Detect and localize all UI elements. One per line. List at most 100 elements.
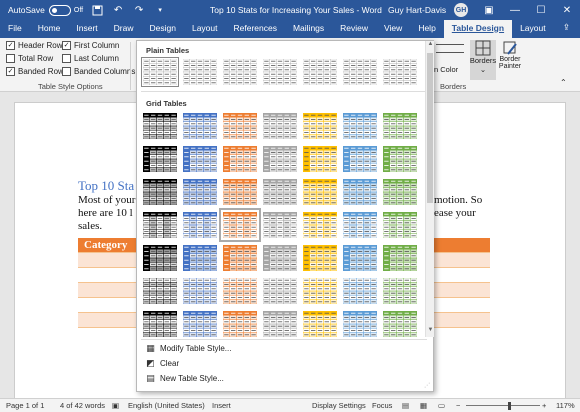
read-mode-icon[interactable]: ▤ [402,401,409,410]
zoom-level[interactable]: 117% [556,401,575,410]
tab-design[interactable]: Design [142,20,184,38]
table-style-thumbnail[interactable] [382,58,418,86]
table-style-thumbnail[interactable] [302,145,338,173]
clear-item[interactable]: ◩ Clear [145,358,179,369]
table-style-thumbnail[interactable] [182,310,218,338]
table-style-thumbnail[interactable] [222,58,258,86]
header-row-option[interactable]: ✓ Header Row [6,41,62,50]
tab-table-design[interactable]: Table Design [443,20,513,38]
table-style-thumbnail[interactable] [302,112,338,140]
table-style-thumbnail[interactable] [142,277,178,305]
table-style-thumbnail[interactable] [302,310,338,338]
table-style-thumbnail[interactable] [382,112,418,140]
table-style-thumbnail[interactable] [262,178,298,206]
table-style-thumbnail[interactable] [262,310,298,338]
table-style-thumbnail[interactable] [342,277,378,305]
ribbon-display-icon[interactable]: ▣ [476,0,502,20]
undo-icon[interactable]: ↶ [111,3,125,17]
table-style-thumbnail[interactable] [142,178,178,206]
border-painter-button[interactable]: Border Painter [497,40,523,70]
scroll-down-icon[interactable]: ▼ [426,327,435,336]
table-style-thumbnail[interactable] [182,145,218,173]
zoom-slider-thumb[interactable] [508,402,511,410]
table-style-thumbnail[interactable] [262,112,298,140]
table-style-thumbnail[interactable] [142,244,178,272]
table-style-thumbnail[interactable] [182,244,218,272]
focus[interactable]: Focus [372,401,392,410]
language[interactable]: English (United States) [128,401,205,410]
table-style-thumbnail[interactable] [222,112,258,140]
table-style-thumbnail[interactable] [219,208,261,242]
table-style-thumbnail[interactable] [342,58,378,86]
table-style-thumbnail[interactable] [382,277,418,305]
scroll-thumb[interactable] [427,53,433,203]
customize-qat-icon[interactable]: ▾ [153,3,167,17]
display-settings[interactable]: Display Settings [312,401,366,410]
table-style-thumbnail[interactable] [302,178,338,206]
table-style-thumbnail[interactable] [262,211,298,239]
table-style-thumbnail[interactable] [182,211,218,239]
table-style-thumbnail[interactable] [142,145,178,173]
table-style-thumbnail[interactable] [262,277,298,305]
table-style-thumbnail[interactable] [382,244,418,272]
table-style-thumbnail[interactable] [262,244,298,272]
proofing-icon[interactable]: ▣ [112,401,119,410]
line-weight-icon[interactable] [436,52,464,53]
new-table-style-item[interactable]: ▤ New Table Style... [145,373,224,384]
share-icon[interactable]: ⇪ [555,20,580,38]
user-name[interactable]: Guy Hart-Davis [388,5,446,15]
tab-draw[interactable]: Draw [106,20,142,38]
table-style-thumbnail[interactable] [222,277,258,305]
avatar[interactable]: GH [454,3,468,17]
print-layout-icon[interactable]: ▦ [420,401,427,410]
zoom-out-icon[interactable]: − [456,401,460,410]
tab-help[interactable]: Help [410,20,443,38]
table-style-thumbnail[interactable] [182,277,218,305]
tab-home[interactable]: Home [30,20,69,38]
table-style-thumbnail[interactable] [302,58,338,86]
table-style-thumbnail[interactable] [182,112,218,140]
table-style-thumbnail[interactable] [222,310,258,338]
insert-mode[interactable]: Insert [212,401,231,410]
table-style-thumbnail[interactable] [302,277,338,305]
table-style-thumbnail[interactable] [142,112,178,140]
line-style-icon[interactable] [436,44,464,45]
table-style-thumbnail[interactable] [342,244,378,272]
minimize-icon[interactable]: — [502,0,528,20]
page-count[interactable]: Page 1 of 1 [6,401,44,410]
redo-icon[interactable]: ↷ [132,3,146,17]
table-style-thumbnail[interactable] [382,310,418,338]
tab-insert[interactable]: Insert [68,20,105,38]
close-icon[interactable]: ✕ [554,0,580,20]
table-style-thumbnail[interactable] [262,145,298,173]
table-style-thumbnail[interactable] [262,58,298,86]
table-style-thumbnail[interactable] [222,244,258,272]
tab-references[interactable]: References [226,20,285,38]
last-column-option[interactable]: Last Column [62,54,119,63]
tab-layout[interactable]: Layout [184,20,226,38]
zoom-in-icon[interactable]: + [542,401,546,410]
autosave-toggle[interactable] [48,4,71,16]
table-style-thumbnail[interactable] [342,145,378,173]
tab-review[interactable]: Review [332,20,376,38]
web-layout-icon[interactable]: ▭ [438,401,445,410]
banded-rows-option[interactable]: ✓ Banded Rows [6,67,68,76]
table-style-thumbnail[interactable] [382,145,418,173]
table-style-thumbnail[interactable] [342,178,378,206]
banded-columns-option[interactable]: Banded Columns [62,67,135,76]
table-style-thumbnail[interactable] [342,211,378,239]
tab-file[interactable]: File [0,20,30,38]
table-style-thumbnail[interactable] [222,145,258,173]
collapse-ribbon-icon[interactable]: ⌃ [560,78,567,87]
pen-color-label[interactable]: n Color [434,65,458,74]
table-style-thumbnail[interactable] [142,310,178,338]
scroll-up-icon[interactable]: ▲ [426,41,435,50]
table-style-thumbnail[interactable] [142,211,178,239]
table-style-thumbnail[interactable] [342,310,378,338]
table-style-thumbnail[interactable] [222,178,258,206]
table-style-thumbnail[interactable] [182,58,218,86]
tab-view[interactable]: View [376,20,410,38]
tab-mailings[interactable]: Mailings [285,20,332,38]
gallery-scrollbar[interactable]: ▲ ▼ [425,41,434,337]
table-style-thumbnail[interactable] [302,211,338,239]
